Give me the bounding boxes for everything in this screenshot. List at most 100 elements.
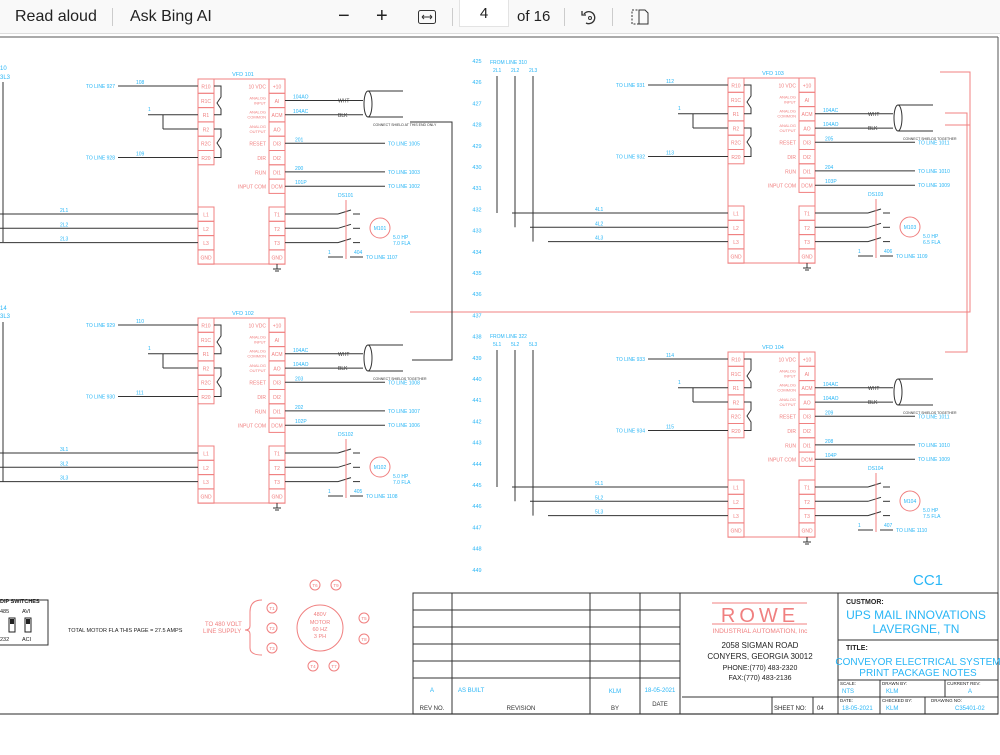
company-address-2: CONYERS, GEORGIA 30012 [707,652,813,661]
line-wire-label: 5L2 [595,495,604,501]
motor-terminal-label: T9 [333,583,339,588]
wire-number: 102P [295,419,307,425]
common-number: 1 [328,489,331,495]
zoom-in-button[interactable]: + [376,0,388,33]
relay-destination: TO LINE 934 [616,429,645,435]
line-number: 428 [472,123,481,129]
signal-destination: TO LINE 1011 [918,414,950,420]
line-number: 426 [472,80,481,86]
motor-hz: 60 HZ [313,627,329,633]
left-ref-top: 10 [0,66,7,72]
terminal-label: DCM [801,184,812,190]
revision-header: REVISION [507,706,536,712]
wire-number: 115 [666,425,674,431]
checked-by-label: CHECKED BY: [882,698,912,703]
line-number: 436 [472,292,481,298]
terminal-label: ACM [801,386,812,392]
vfd-name: VFD 104 [762,345,784,351]
wire-color: WHT [338,352,349,358]
mid-label: RUN [255,409,266,415]
terminal-label: T3 [274,480,280,486]
relay-destination: TO LINE 928 [86,156,115,162]
terminal-label: T3 [804,240,810,246]
wire-number: 104AC [293,348,309,354]
relay-contact [214,324,222,355]
minus-icon: − [338,5,350,27]
drawing-title-2: PRINT PACKAGE NOTES [859,668,977,679]
vfd-name: VFD 103 [762,71,784,77]
terminal-label: AO [273,127,280,133]
pdf-page-canvas[interactable]: VFD 101 R10 R1C R1 R2 R2C R20 +10 10 VDC AI ANALOG… [0,36,1000,750]
terminal-label: R2 [203,127,210,133]
terminal-label: L2 [203,227,209,233]
disconnect-label: DS102 [338,432,354,438]
vfd-outline [727,77,816,264]
ask-bing-button[interactable]: Ask Bing AI [130,0,212,33]
line-wire-label: 3L2 [60,461,69,467]
motor-fla: 7.0 FLA [393,480,411,486]
line-number: 445 [472,483,481,489]
terminal-label: R10 [201,85,210,91]
wire-color: BLK [338,366,348,372]
terminal-label: T3 [804,514,810,520]
terminal-label: DI1 [803,443,811,449]
terminal-label: L2 [733,500,739,506]
wire-number: 208 [825,439,834,445]
shielded-cable-icon [363,344,373,372]
motor-fla: 6.5 FLA [923,240,941,246]
wire-number: 103P [825,179,837,185]
drawing-title-1: CONVEYOR ELECTRICAL SYSTEM [835,657,1000,668]
mid-label: 10 VDC [248,324,266,330]
terminal-label: L2 [733,226,739,232]
mid-label: DIR [257,395,266,401]
from-line-label: FROM LINE 322 [490,334,527,340]
terminal-label: R1C [201,99,211,105]
signal-destination: TO LINE 1003 [388,170,420,176]
common-number: 1 [858,523,861,529]
terminal-label: DCM [801,458,812,464]
zoom-out-button[interactable]: − [338,0,350,33]
toolbar-divider [452,8,453,26]
mid-label: OUTPUT [250,368,267,373]
page-number-input[interactable]: 4 [459,0,509,27]
read-aloud-button[interactable]: Read aloud [15,0,97,33]
mid-label: RUN [785,169,796,175]
vfd-outline [727,351,816,538]
shielded-cable-icon [898,378,933,406]
terminal-label: T2 [804,500,810,506]
motor-wiring-diagram: TO 480 VOLT LINE SUPPLY 480V MOTOR 60 HZ… [203,579,370,672]
terminal-label: R2C [201,142,211,148]
wire-number: 104AO [823,396,839,402]
shielded-cable-icon [368,90,403,118]
mid-label: RESET [249,381,266,387]
terminal-label: AI [805,98,810,104]
terminal-label: L3 [203,241,209,247]
relay-destination: TO LINE 927 [86,84,115,90]
terminal-label: L1 [733,486,739,492]
page-view-button[interactable] [630,0,650,33]
rotate-button[interactable] [579,0,599,33]
shield-note: CONNECT SHIELD AT THIS END ONLY [373,123,437,127]
relay-destination: TO LINE 930 [86,395,115,401]
mid-label: INPUT [254,100,267,105]
signal-destination: TO LINE 1010 [918,443,950,449]
from-line-label: FROM LINE 310 [490,60,527,66]
motor-terminal-label: T8 [361,637,367,642]
terminal-label: GND [801,254,813,260]
shielded-cable-icon [893,378,903,406]
terminal-label: L1 [203,213,209,219]
mid-label: RESET [779,141,796,147]
motor-fla: 7.5 FLA [923,514,941,520]
signal-destination: TO LINE 1009 [918,457,950,463]
relay-destination: TO LINE 929 [86,323,115,329]
mid-label: INPUT [784,99,797,104]
sheet-label: SHEET NO: [774,706,807,712]
signal-destination: TO LINE 1008 [388,380,420,386]
mid-label: 10 VDC [778,358,796,364]
fit-width-button[interactable] [417,0,437,33]
wire-color: BLK [868,126,878,132]
mid-label: COMMON [777,114,796,119]
aux-destination: TO LINE 1109 [896,254,928,260]
disconnect-label: DS101 [338,193,354,199]
common-number: 1 [148,346,151,352]
